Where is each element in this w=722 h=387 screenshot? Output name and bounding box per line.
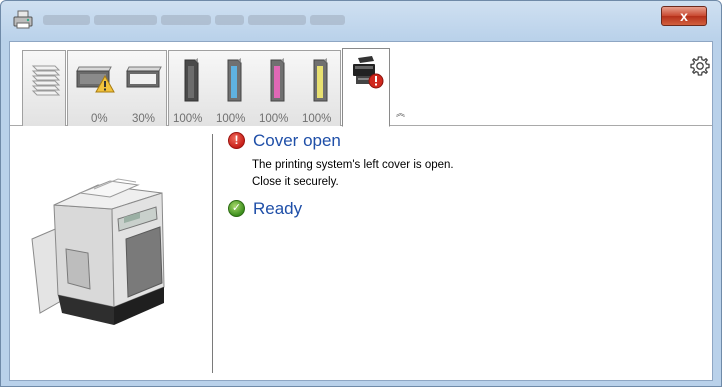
chevron-up-icon[interactable]: ︽: [396, 106, 405, 119]
toner-magenta-level: 100%: [259, 113, 289, 125]
toner-yellow-level: 100%: [302, 113, 332, 125]
title-bar[interactable]: x: [1, 1, 721, 41]
printer-illustration: [10, 127, 212, 381]
client-area: 0% 30% 100% 100% 100% 100% ︽ ! Cover ope…: [9, 41, 713, 381]
error-icon: [228, 132, 245, 149]
paper-stack-icon: [31, 65, 61, 96]
status-monitor-window: x 0% 30% 100% 100% 100% 100% ︽ ! Cover o…: [0, 0, 722, 387]
error-status-description-1: The printing system's left cover is open…: [252, 159, 454, 171]
ready-status-title: Ready: [253, 199, 303, 218]
waste-level-1: 0%: [91, 113, 108, 125]
tab-waste-toner[interactable]: 0% 30%: [67, 50, 167, 126]
toner-yellow-icon: [313, 58, 328, 102]
error-status-description-2: Close it securely.: [252, 176, 339, 188]
ready-check-icon: [228, 200, 245, 217]
window-title: [43, 15, 345, 25]
toner-magenta-icon: [270, 58, 285, 102]
waste-toner-icon: [126, 66, 162, 88]
tab-printer-status[interactable]: [342, 48, 390, 127]
supply-toolbar: 0% 30% 100% 100% 100% 100% ︽: [10, 42, 712, 127]
printer-image: [31, 178, 165, 325]
warning-icon: [95, 75, 115, 93]
toner-cyan-level: 100%: [216, 113, 246, 125]
close-button[interactable]: x: [661, 6, 707, 26]
toner-black-level: 100%: [173, 113, 203, 125]
error-status-title: Cover open: [253, 131, 341, 150]
toner-black-icon: [184, 58, 199, 102]
app-printer-icon: [13, 10, 33, 29]
printer-error-icon: [353, 56, 384, 89]
gear-icon[interactable]: [689, 55, 711, 77]
toner-cyan-icon: [227, 58, 242, 102]
pane-divider: [212, 134, 213, 373]
tab-paper[interactable]: [22, 50, 66, 126]
tab-toner[interactable]: 100% 100% 100% 100%: [168, 50, 341, 126]
waste-level-2: 30%: [132, 113, 156, 125]
